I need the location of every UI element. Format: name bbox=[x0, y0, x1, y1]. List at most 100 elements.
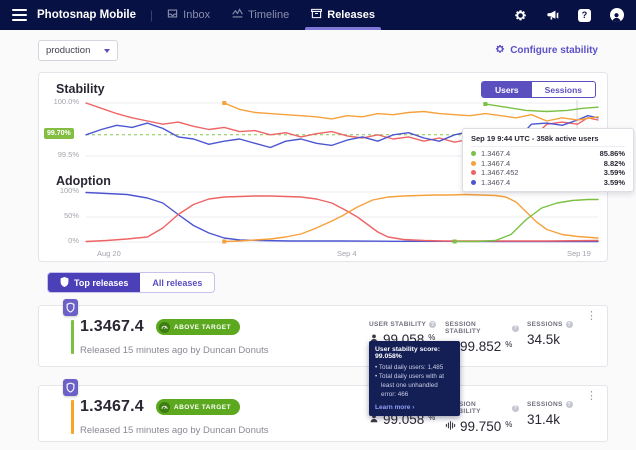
hamburger-menu-icon[interactable] bbox=[12, 9, 27, 21]
chart-tooltip-row: 1.3467.452 3.59% bbox=[471, 168, 625, 178]
stability-chart-title: Stability bbox=[56, 82, 105, 96]
gear-icon bbox=[495, 44, 505, 57]
tab-all-releases[interactable]: All releases bbox=[140, 273, 214, 292]
inbox-icon bbox=[167, 8, 178, 22]
nav-item-label: Timeline bbox=[248, 9, 290, 21]
stat-value-text: 99.852 bbox=[460, 339, 502, 354]
series-value: 3.59% bbox=[603, 168, 625, 178]
user-avatar[interactable] bbox=[609, 8, 624, 23]
above-target-label: ABOVE TARGET bbox=[173, 403, 232, 411]
release-meta: Released 15 minutes ago by Duncan Donuts bbox=[80, 425, 269, 436]
release-accent-bar bbox=[71, 320, 74, 354]
stability-target-badge: 99.70% bbox=[44, 128, 74, 139]
nav-item-inbox[interactable]: Inbox bbox=[167, 0, 210, 30]
above-target-label: ABOVE TARGET bbox=[173, 323, 232, 331]
series-dot-orange bbox=[471, 160, 476, 166]
release-version[interactable]: 1.3467.4 bbox=[80, 318, 144, 336]
stat-value-text: 34.5k bbox=[527, 332, 561, 347]
adoption-line-chart[interactable] bbox=[85, 189, 599, 247]
environment-value: production bbox=[46, 45, 91, 56]
stat-label: Session stability bbox=[445, 321, 481, 335]
stability-ytick-995: 99.5% bbox=[57, 150, 79, 159]
release-shield-badge-icon bbox=[63, 299, 78, 316]
tab-top-releases[interactable]: Top releases bbox=[48, 273, 141, 292]
stat-label: Sessions bbox=[527, 321, 563, 328]
card-overflow-menu-icon[interactable]: ⋮ bbox=[586, 391, 597, 402]
tooltip-bullet: Total daily users: 1,485 bbox=[375, 363, 454, 372]
announcements-megaphone-icon[interactable] bbox=[545, 8, 560, 23]
nav-item-label: Inbox bbox=[183, 9, 211, 21]
series-dot-green bbox=[471, 151, 476, 157]
release-shield-badge-icon bbox=[63, 379, 78, 396]
stat-unit: % bbox=[505, 340, 513, 349]
series-name: 1.3467.4 bbox=[481, 149, 511, 159]
adoption-ytick-50: 50% bbox=[63, 211, 79, 220]
top-navigation: Inbox Timeline Releases bbox=[167, 0, 381, 30]
stat-label: Sessions bbox=[527, 401, 563, 408]
nav-item-timeline[interactable]: Timeline bbox=[232, 0, 289, 30]
environment-select[interactable]: production bbox=[38, 40, 118, 61]
topnav-divider: | bbox=[150, 8, 154, 22]
series-dot-blue bbox=[471, 179, 476, 185]
gauge-icon bbox=[158, 321, 170, 333]
toggle-sessions-button[interactable]: Sessions bbox=[532, 82, 595, 97]
release-meta: Released 15 minutes ago by Duncan Donuts bbox=[80, 345, 269, 356]
user-stability-tooltip: User stability score: 99.058% Total dail… bbox=[369, 341, 460, 416]
release-card[interactable]: 1.3467.4 ABOVE TARGET Released 15 minute… bbox=[38, 379, 608, 442]
app-screen: Photosnap Mobile | Inbox Timeline Releas… bbox=[0, 0, 636, 450]
chart-tooltip-title: Sep 19 9:44 UTC - 358k active users bbox=[471, 134, 625, 147]
release-accent-bar bbox=[71, 400, 74, 434]
help-icon[interactable]: ? bbox=[512, 324, 519, 332]
series-value: 8.82% bbox=[603, 158, 625, 168]
help-icon[interactable]: ? bbox=[565, 321, 573, 328]
stat-value-text: 99.750 bbox=[460, 419, 502, 434]
app-title: Photosnap Mobile bbox=[37, 9, 137, 21]
tab-label: All releases bbox=[152, 277, 203, 288]
stat-unit: % bbox=[505, 420, 513, 429]
help-icon[interactable]: ? bbox=[429, 321, 437, 328]
tooltip-title: User stability score: 99.058% bbox=[375, 346, 440, 360]
stat-label: User stability bbox=[369, 321, 427, 328]
waveform-icon bbox=[445, 419, 456, 434]
nav-item-releases[interactable]: Releases bbox=[305, 0, 381, 30]
avatar-person-icon bbox=[609, 8, 624, 22]
topbar-actions: ? bbox=[513, 8, 624, 23]
above-target-pill[interactable]: ABOVE TARGET bbox=[155, 319, 241, 335]
help-icon[interactable]: ? bbox=[512, 404, 519, 412]
above-target-pill[interactable]: ABOVE TARGET bbox=[155, 399, 241, 415]
stat-sessions: Sessions? 31.4k bbox=[527, 401, 573, 434]
adoption-xtick-aug20: Aug 20 bbox=[97, 249, 121, 258]
shield-icon bbox=[60, 276, 69, 289]
stability-ytick-100: 100.0% bbox=[53, 97, 79, 106]
toggle-users-button[interactable]: Users bbox=[482, 82, 532, 97]
configure-stability-link[interactable]: Configure stability bbox=[495, 44, 598, 57]
adoption-ytick-0: 0% bbox=[68, 236, 79, 245]
adoption-xtick-sep4: Sep 4 bbox=[337, 249, 357, 258]
card-overflow-menu-icon[interactable]: ⋮ bbox=[586, 311, 597, 322]
timeline-icon bbox=[232, 8, 243, 22]
release-card[interactable]: 1.3467.4 ABOVE TARGET Released 15 minute… bbox=[38, 299, 608, 367]
series-value: 3.59% bbox=[603, 177, 625, 187]
chart-tooltip-row: 1.3467.4 85.86% bbox=[471, 149, 625, 159]
learn-more-link[interactable]: Learn more › bbox=[375, 404, 454, 411]
help-icon[interactable]: ? bbox=[565, 401, 573, 408]
stat-sessions: Sessions? 34.5k bbox=[527, 321, 573, 354]
stat-value-text: 31.4k bbox=[527, 412, 561, 427]
tab-label: Top releases bbox=[74, 277, 129, 288]
chart-tooltip-row: 1.3467.4 3.59% bbox=[471, 178, 625, 188]
releases-icon bbox=[311, 8, 323, 22]
series-value: 85.86% bbox=[599, 149, 625, 159]
settings-gear-icon[interactable] bbox=[513, 8, 528, 23]
help-icon[interactable]: ? bbox=[577, 8, 592, 23]
tooltip-bullet: Total daily users with at least one unha… bbox=[375, 372, 454, 399]
series-name: 1.3467.4 bbox=[481, 177, 511, 187]
adoption-ytick-100: 100% bbox=[59, 186, 79, 195]
configure-stability-label: Configure stability bbox=[510, 45, 598, 56]
chart-hover-tooltip: Sep 19 9:44 UTC - 358k active users 1.34… bbox=[462, 128, 634, 192]
series-name: 1.3467.4 bbox=[481, 158, 511, 168]
topbar: Photosnap Mobile | Inbox Timeline Releas… bbox=[0, 0, 636, 30]
release-version[interactable]: 1.3467.4 bbox=[80, 398, 144, 416]
series-dot-red bbox=[471, 170, 476, 176]
gauge-icon bbox=[158, 401, 170, 413]
chart-tooltip-row: 1.3467.4 8.82% bbox=[471, 159, 625, 169]
